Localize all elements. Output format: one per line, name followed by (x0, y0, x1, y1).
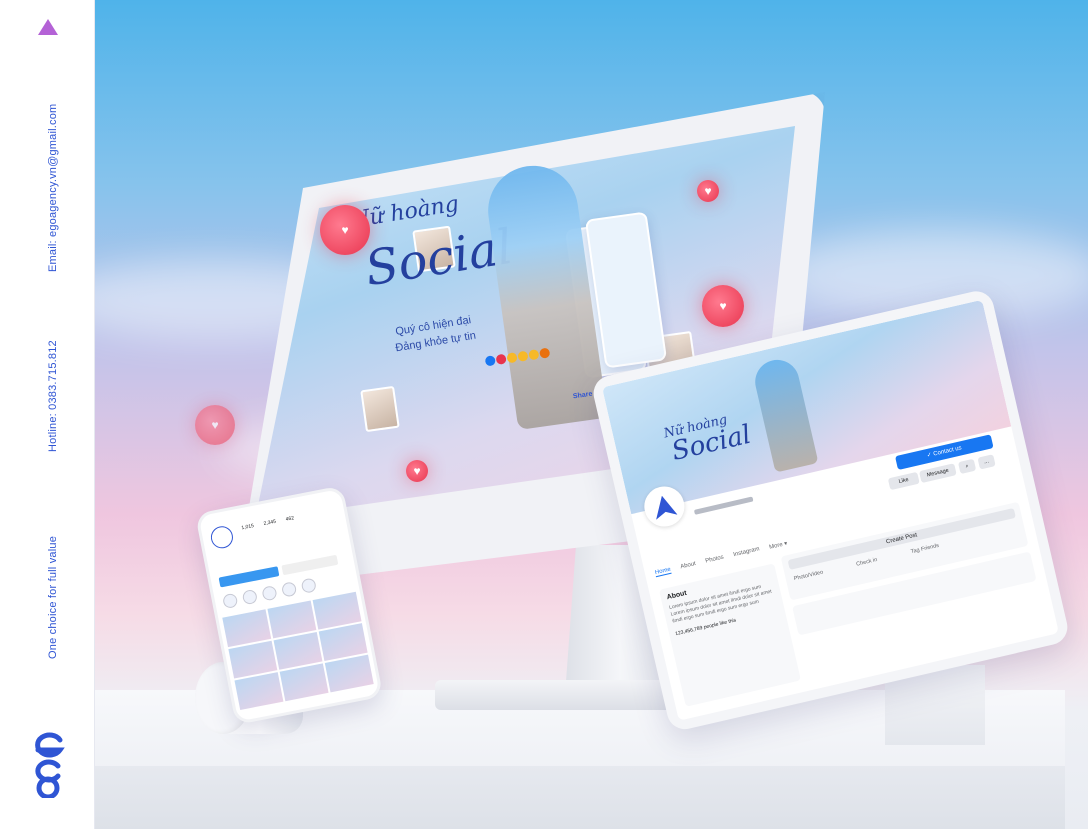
avatar[interactable] (209, 524, 235, 551)
followers-count: 2,345 (263, 518, 277, 528)
product-thumbnail (360, 385, 400, 433)
heart-icon: ♥ (320, 205, 370, 255)
search-icon[interactable]: ⌕ (957, 458, 977, 475)
following-count: 462 (285, 515, 295, 523)
cover-model-photo (750, 355, 819, 473)
follow-button[interactable] (218, 566, 280, 588)
profile-stats: 1,015 2,345 462 (241, 515, 295, 531)
tab-photos[interactable]: Photos (705, 555, 725, 566)
wow-icon (517, 350, 529, 362)
posts-count: 1,015 (241, 523, 255, 532)
heart-icon: ♥ (697, 180, 719, 202)
haha-icon (506, 352, 518, 364)
page-name-placeholder (693, 496, 754, 515)
sidebar: Email: egoagency.vn@gmail.com Hotline: 0… (0, 0, 95, 829)
story-highlight[interactable] (261, 585, 278, 602)
create-post-button[interactable]: Create Post (787, 507, 1016, 570)
heart-icon: ♥ (406, 460, 428, 482)
brand-logo-icon (651, 493, 677, 519)
like-icon (484, 355, 496, 367)
tagline: One choice for full value (47, 535, 59, 659)
tag-friends-option[interactable]: Tag Friends (910, 543, 939, 555)
hotline-contact[interactable]: Hotline: 0383.715.812 (47, 340, 59, 452)
message-button[interactable]: Message (918, 463, 957, 484)
photo-video-option[interactable]: Photo/Video (793, 570, 823, 583)
message-button[interactable] (281, 554, 339, 576)
check-in-option[interactable]: Check in (856, 557, 878, 568)
monitor-base (435, 680, 695, 710)
tab-home[interactable]: Home (654, 566, 672, 578)
tab-about[interactable]: About (680, 561, 697, 571)
tab-instagram[interactable]: Instagram (733, 546, 761, 559)
heart-icon: ♥ (195, 405, 235, 445)
facebook-page: Nữ hoàng Social ✓ Contact us Like Messag… (601, 299, 1059, 721)
grid-post[interactable] (324, 654, 374, 693)
post-grid (222, 591, 374, 710)
story-highlight[interactable] (300, 577, 317, 594)
story-highlight[interactable] (241, 588, 259, 606)
sad-icon (528, 349, 540, 361)
profile-header: 1,015 2,345 462 (209, 504, 340, 558)
love-icon (495, 353, 507, 365)
tab-more[interactable]: More ▾ (769, 540, 788, 551)
story-highlight[interactable] (280, 581, 298, 598)
email-contact[interactable]: Email: egoagency.vn@gmail.com (47, 104, 59, 272)
more-icon[interactable]: … (977, 454, 996, 470)
ego-logo-icon (35, 732, 65, 798)
about-panel: About Lorem ipsum dolor sit amet ilmdi e… (658, 563, 801, 707)
angry-icon (539, 347, 551, 359)
story-highlight[interactable] (222, 592, 239, 610)
grid-post[interactable] (279, 663, 329, 702)
triangle-logo-icon (38, 19, 58, 35)
pedestal-front (95, 766, 1065, 829)
mockup-scene: Nữ hoàng Social Quý cô hiện đại Đảng khỏ… (95, 0, 1088, 829)
like-button[interactable]: Like (887, 471, 920, 491)
grid-post[interactable] (234, 672, 284, 710)
heart-icon: ♥ (702, 285, 744, 327)
